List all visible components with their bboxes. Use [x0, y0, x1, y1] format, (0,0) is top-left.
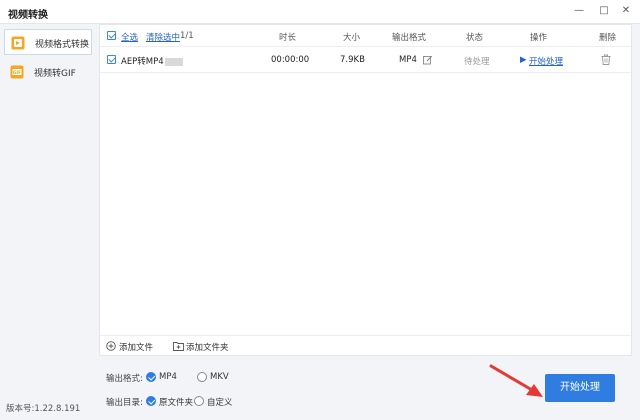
edit-format-icon[interactable] — [423, 55, 433, 65]
title-bar: 视频转换 — □ ✕ — [0, 0, 640, 24]
column-header-status: 状态 — [466, 33, 484, 43]
add-file-button[interactable]: 添加文件 — [119, 341, 153, 353]
dir-option-original[interactable]: 原文件夹 — [159, 396, 193, 408]
version-label: 版本号:1.22.8.191 — [6, 404, 81, 414]
output-dir-label: 输出目录: — [106, 398, 143, 408]
maximize-button[interactable]: □ — [596, 3, 612, 19]
play-icon: ▶ — [520, 55, 527, 65]
close-button[interactable]: ✕ — [618, 3, 634, 19]
minimize-button[interactable]: — — [571, 3, 587, 19]
dir-radio-custom[interactable] — [194, 396, 204, 406]
table-header: 全选 清除选中 1/1 时长 大小 输出格式 状态 操作 删除 — [100, 25, 631, 47]
gif-icon: GIF — [10, 65, 24, 79]
sidebar-item-video-to-gif[interactable]: GIF 视频转GIF — [4, 59, 92, 85]
red-arrow-annotation — [489, 364, 543, 397]
sidebar-item-label: 视频格式转换 — [35, 40, 90, 50]
file-name: AEP转MP4 — [121, 55, 183, 67]
svg-text:GIF: GIF — [13, 70, 21, 76]
sidebar: 视频格式转换 GIF 视频转GIF 版本号:1.22.8.191 — [0, 24, 98, 420]
format-option-mp4[interactable]: MP4 — [159, 372, 177, 382]
format-radio-mkv[interactable] — [197, 372, 207, 382]
format-radio-mp4[interactable] — [146, 372, 156, 382]
video-convert-icon — [11, 36, 25, 50]
dir-radio-original[interactable] — [146, 396, 156, 406]
blurred-filename-part — [164, 57, 183, 66]
add-folder-button[interactable]: 添加文件夹 — [186, 341, 229, 353]
output-format-label: 输出格式: — [106, 374, 143, 384]
format-option-mkv[interactable]: MKV — [210, 372, 229, 382]
app-title: 视频转换 — [8, 10, 48, 21]
add-file-icon[interactable] — [106, 341, 116, 351]
column-header-size: 大小 — [343, 33, 361, 43]
file-format: MP4 — [399, 55, 417, 65]
column-header-action: 操作 — [530, 33, 548, 43]
select-all-link[interactable]: 全选 — [121, 31, 138, 43]
column-header-delete: 删除 — [599, 33, 617, 43]
column-header-duration: 时长 — [279, 33, 297, 43]
select-all-checkbox[interactable] — [107, 31, 116, 40]
panel-footer: 添加文件 添加文件夹 — [100, 335, 631, 355]
dir-option-custom[interactable]: 自定义 — [207, 396, 233, 408]
file-size: 7.9KB — [340, 55, 365, 65]
file-list-panel: 全选 清除选中 1/1 时长 大小 输出格式 状态 操作 删除 AEP转MP4 … — [99, 24, 632, 356]
column-header-format: 输出格式 — [392, 33, 427, 43]
start-processing-button[interactable]: 开始处理 — [545, 374, 615, 402]
file-duration: 00:00:00 — [271, 55, 310, 65]
trash-icon[interactable] — [601, 54, 611, 65]
add-folder-icon[interactable] — [173, 341, 184, 351]
row-start-link[interactable]: 开始处理 — [529, 55, 563, 67]
clear-selected-link[interactable]: 清除选中 — [146, 31, 180, 43]
selected-count: 1/1 — [180, 31, 194, 41]
sidebar-item-video-convert[interactable]: 视频格式转换 — [4, 29, 92, 55]
sidebar-item-label: 视频转GIF — [34, 69, 76, 79]
row-checkbox[interactable] — [107, 55, 116, 64]
file-status: 待处理 — [464, 57, 490, 67]
table-row[interactable]: AEP转MP4 00:00:00 7.9KB MP4 待处理 ▶ 开始处理 — [100, 47, 631, 73]
